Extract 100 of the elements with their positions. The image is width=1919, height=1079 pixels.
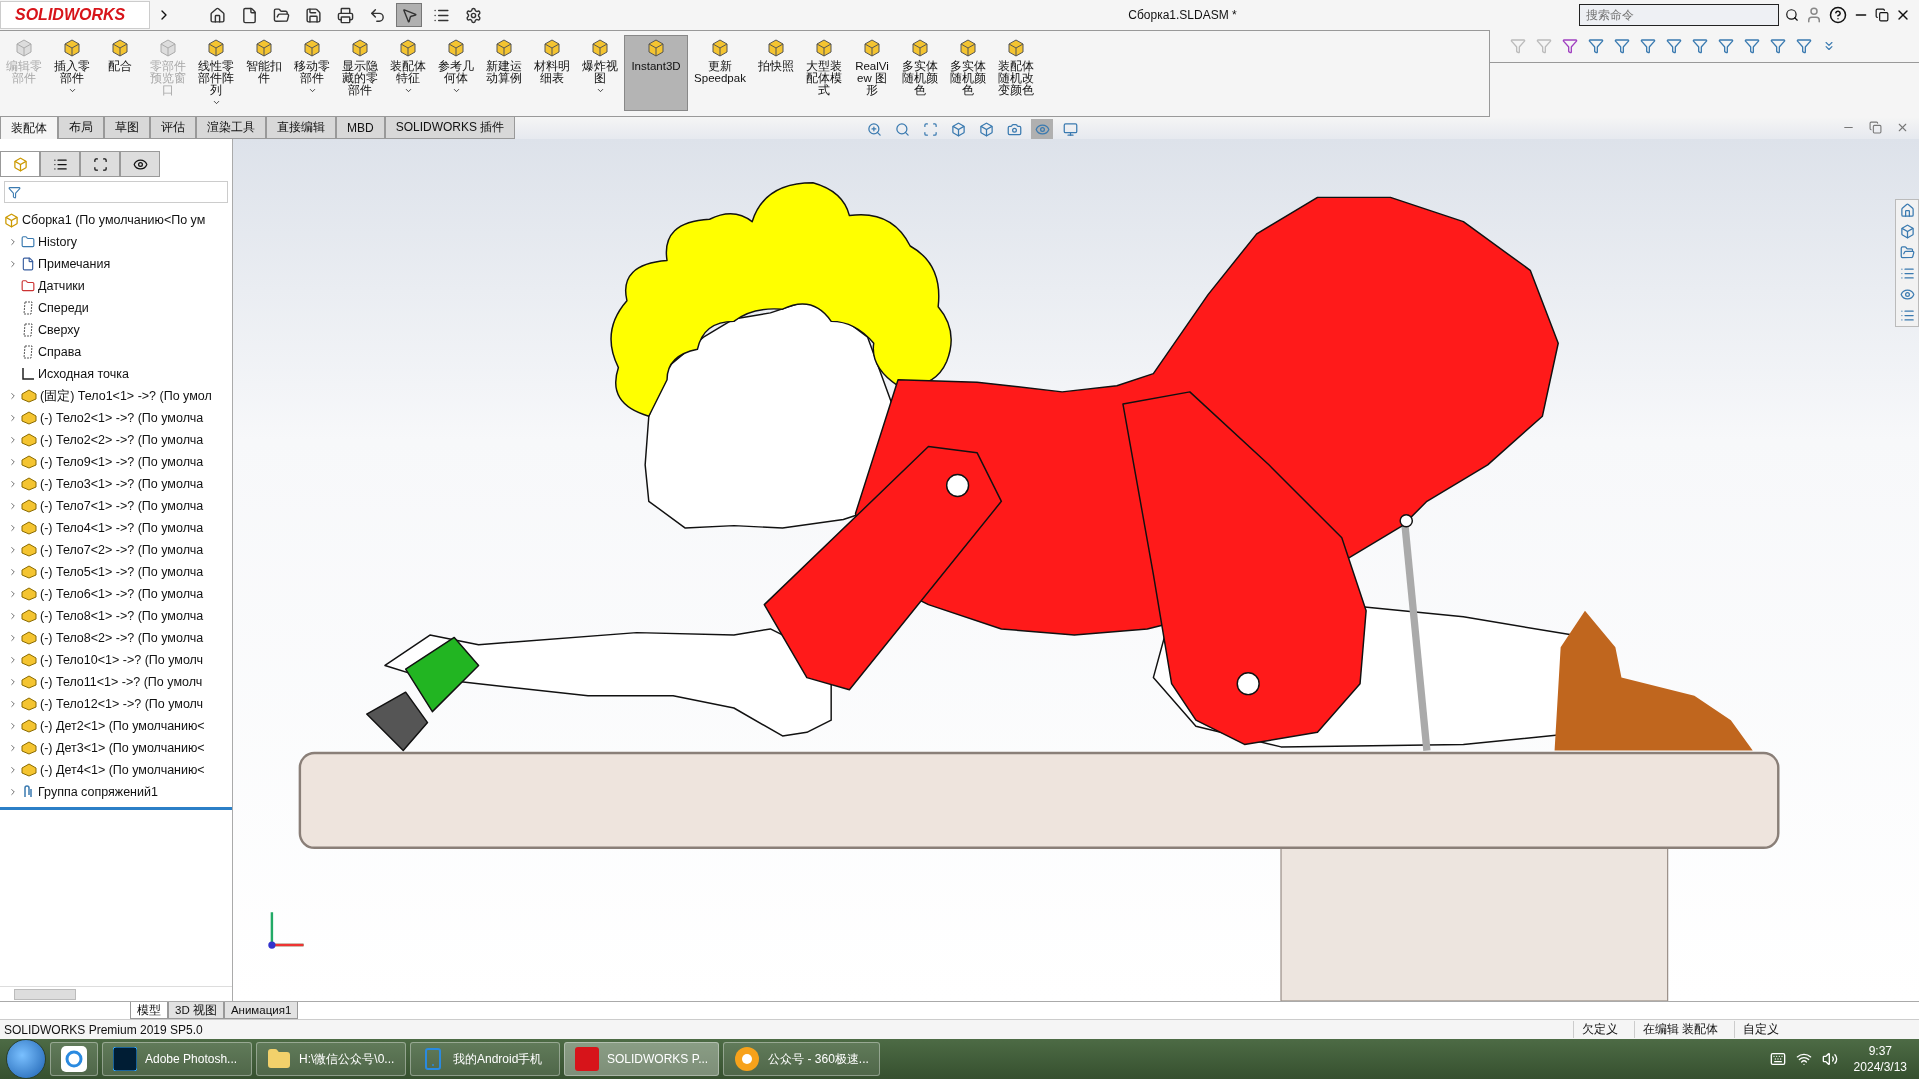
selection-filter-icon[interactable]: [1666, 38, 1682, 54]
start-button[interactable]: [6, 1039, 46, 1079]
tree-item[interactable]: (-) Тело2<1> ->? (По умолча: [0, 407, 232, 429]
appearance-tab[interactable]: [120, 151, 160, 177]
taskbar-button[interactable]: H:\微信公众号\0...: [256, 1042, 406, 1076]
keyboard-icon[interactable]: [1769, 1051, 1786, 1067]
dropdown-caret-icon[interactable]: [67, 86, 77, 95]
tree-item[interactable]: (-) Тело5<1> ->? (По умолча: [0, 561, 232, 583]
clock[interactable]: 9:37 2024/3/13: [1847, 1043, 1913, 1075]
task-pane-icon[interactable]: [1899, 245, 1915, 260]
user-icon[interactable]: [1805, 6, 1823, 24]
selection-filter-icon[interactable]: [1692, 38, 1708, 54]
tree-item[interactable]: (-) Тело10<1> ->? (По умолч: [0, 649, 232, 671]
task-pane-icon[interactable]: [1899, 287, 1915, 302]
task-pane-icon[interactable]: [1899, 224, 1915, 239]
ribbon-tab[interactable]: 渲染工具: [196, 117, 266, 139]
more-icon[interactable]: [1822, 39, 1836, 53]
cloud-app-icon[interactable]: [61, 1046, 87, 1072]
taskbar-button[interactable]: 我的Android手机: [410, 1042, 560, 1076]
tree-item[interactable]: (-) Тело8<2> ->? (По умолча: [0, 627, 232, 649]
tree-item[interactable]: (-) Тело6<1> ->? (По умолча: [0, 583, 232, 605]
selection-filter-icon[interactable]: [1588, 38, 1604, 54]
dropdown-caret-icon[interactable]: [307, 86, 317, 95]
dropdown-caret-icon[interactable]: [451, 86, 461, 95]
command-button[interactable]: 大型装配体模式: [800, 35, 848, 111]
ribbon-tab[interactable]: 评估: [150, 117, 196, 139]
command-button[interactable]: 移动零部件: [288, 35, 336, 111]
search-field[interactable]: 搜索命令: [1579, 4, 1779, 26]
command-button[interactable]: 智能扣件: [240, 35, 288, 111]
command-button[interactable]: 爆炸视图: [576, 35, 624, 111]
volume-icon[interactable]: [1821, 1051, 1838, 1067]
ribbon-tab[interactable]: SOLIDWORKS 插件: [384, 117, 516, 139]
ribbon-tab[interactable]: MBD: [336, 117, 385, 139]
model-tab[interactable]: Анимация1: [223, 1002, 299, 1019]
command-button[interactable]: 装配体特征: [384, 35, 432, 111]
command-button[interactable]: 插入零部件: [48, 35, 96, 111]
selection-filter-icon[interactable]: [1562, 38, 1578, 54]
property-tab[interactable]: [40, 151, 80, 177]
tree-item[interactable]: (-) Тело7<2> ->? (По умолча: [0, 539, 232, 561]
help-icon[interactable]: [1829, 6, 1847, 24]
tree-item[interactable]: History: [0, 231, 232, 253]
command-button[interactable]: RealView 图形: [848, 35, 896, 111]
dropdown-caret-icon[interactable]: [211, 98, 221, 107]
command-button[interactable]: 材料明细表: [528, 35, 576, 111]
command-button[interactable]: 配合: [96, 35, 144, 111]
tree-item[interactable]: (-) Дет2<1> (По умолчанию<: [0, 715, 232, 737]
tree-item[interactable]: (-) Дет4<1> (По умолчанию<: [0, 759, 232, 781]
tree-item[interactable]: (固定) Тело1<1> ->? (По умол: [0, 385, 232, 407]
configuration-tab[interactable]: [80, 151, 120, 177]
command-button[interactable]: 拍快照: [752, 35, 800, 111]
hide-show-icon[interactable]: [1031, 119, 1053, 139]
search-icon[interactable]: [1785, 8, 1799, 22]
ribbon-tab[interactable]: 装配体: [0, 117, 58, 139]
task-pane-icon[interactable]: [1899, 266, 1915, 281]
ribbon-tab[interactable]: 直接编辑: [266, 117, 336, 139]
dropdown-caret-icon[interactable]: [403, 86, 413, 95]
tree-root-item[interactable]: Сборка1 (По умолчанию<По ум: [0, 209, 232, 231]
task-pane-icon[interactable]: [1899, 308, 1915, 323]
command-button[interactable]: 更新 Speedpak: [688, 35, 752, 111]
selection-filter-icon[interactable]: [1796, 38, 1812, 54]
tree-item[interactable]: (-) Тело7<1> ->? (По умолча: [0, 495, 232, 517]
model-tab[interactable]: 3D 视图: [168, 1002, 224, 1019]
selection-filter-icon[interactable]: [1614, 38, 1630, 54]
selection-filter-icon[interactable]: [1718, 38, 1734, 54]
tree-item[interactable]: Примечания: [0, 253, 232, 275]
command-button[interactable]: 新建运动算例: [480, 35, 528, 111]
command-button[interactable]: 多实体随机颜色: [944, 35, 992, 111]
tree-item[interactable]: Справа: [0, 341, 232, 363]
selection-filter-icon[interactable]: [1770, 38, 1786, 54]
tree-item[interactable]: (-) Тело8<1> ->? (По умолча: [0, 605, 232, 627]
taskbar-button[interactable]: 公众号 - 360极速...: [723, 1042, 880, 1076]
command-button[interactable]: 参考几何体: [432, 35, 480, 111]
tree-item[interactable]: Спереди: [0, 297, 232, 319]
command-button[interactable]: 显示隐藏的零部件: [336, 35, 384, 111]
command-button[interactable]: 装配体随机改变颜色: [992, 35, 1040, 111]
tree-item[interactable]: (-) Тело11<1> ->? (По умолч: [0, 671, 232, 693]
taskbar-button[interactable]: Adobe Photosh...: [102, 1042, 252, 1076]
ribbon-tab[interactable]: 布局: [58, 117, 104, 139]
selection-filter-icon[interactable]: [1640, 38, 1656, 54]
tree-item[interactable]: (-) Тело12<1> ->? (По умолч: [0, 693, 232, 715]
command-button[interactable]: 多实体随机颜色: [896, 35, 944, 111]
task-pane-icon[interactable]: [1899, 203, 1915, 218]
tree-item[interactable]: Датчики: [0, 275, 232, 297]
tree-item[interactable]: (-) Тело9<1> ->? (По умолча: [0, 451, 232, 473]
tree-item[interactable]: (-) Тело3<1> ->? (По умолча: [0, 473, 232, 495]
model-tab[interactable]: 模型: [130, 1002, 168, 1019]
tree-filter-field[interactable]: [4, 181, 228, 203]
taskbar-button[interactable]: [50, 1042, 98, 1076]
tree-item[interactable]: Сверху: [0, 319, 232, 341]
tree-item[interactable]: Группа сопряжений1: [0, 781, 232, 803]
network-icon[interactable]: [1795, 1051, 1812, 1067]
restore-icon[interactable]: [1875, 8, 1889, 22]
tree-item[interactable]: (-) Тело2<2> ->? (По умолча: [0, 429, 232, 451]
ribbon-tab[interactable]: 草图: [104, 117, 150, 139]
select-pointer-icon[interactable]: [396, 3, 422, 27]
tree-item[interactable]: (-) Дет3<1> (По умолчанию<: [0, 737, 232, 759]
command-button[interactable]: 线性零部件阵列: [192, 35, 240, 111]
tree-item[interactable]: Исходная точка: [0, 363, 232, 385]
dropdown-caret-icon[interactable]: [595, 86, 605, 95]
command-button[interactable]: Instant3D: [624, 35, 688, 111]
